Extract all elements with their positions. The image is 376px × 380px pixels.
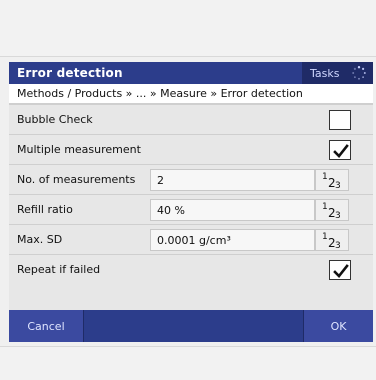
bubble-check-checkbox[interactable] [329, 110, 351, 130]
setting-row-multiple-measurement: Multiple measurement [9, 134, 373, 164]
field-value: 40 % [157, 203, 185, 217]
numeric-keypad-icon[interactable]: 1 2 3 [315, 229, 349, 251]
setting-label: Max. SD [17, 233, 63, 246]
numpad-glyph: 1 [322, 172, 328, 182]
field-value: 0.0001 g/cm³ [157, 233, 231, 247]
multiple-measurement-checkbox[interactable] [329, 140, 351, 160]
numpad-glyph: 3 [335, 211, 341, 221]
no-of-measurements-field[interactable]: 2 [150, 169, 315, 191]
repeat-if-failed-checkbox[interactable] [329, 260, 351, 280]
busy-spinner-icon [351, 65, 367, 81]
setting-label: No. of measurements [17, 173, 136, 186]
numpad-glyph: 1 [322, 232, 328, 242]
numpad-glyph: 1 [322, 202, 328, 212]
top-empty-area [0, 0, 376, 57]
breadcrumb-text: Methods / Products » ... » Measure » Err… [17, 87, 303, 100]
setting-row-bubble-check: Bubble Check [9, 104, 373, 134]
setting-row-refill-ratio: Refill ratio 40 % 1 2 3 [9, 194, 373, 224]
cancel-label: Cancel [27, 319, 65, 333]
bottom-empty-area [0, 346, 376, 380]
ok-label: OK [330, 319, 347, 333]
numpad-glyph: 3 [335, 241, 341, 251]
refill-ratio-field[interactable]: 40 % [150, 199, 315, 221]
error-detection-dialog: Error detection Tasks Methods / Products… [9, 62, 373, 342]
ok-button[interactable]: OK [303, 310, 373, 342]
setting-row-no-of-measurements: No. of measurements 2 1 2 3 [9, 164, 373, 194]
dialog-header: Error detection Tasks [9, 62, 373, 84]
dialog-title: Error detection [17, 66, 123, 80]
setting-label: Bubble Check [17, 113, 93, 126]
breadcrumb: Methods / Products » ... » Measure » Err… [9, 84, 373, 104]
checkmark-icon [333, 264, 349, 278]
numpad-glyph: 3 [335, 181, 341, 191]
cancel-button[interactable]: Cancel [9, 310, 84, 342]
setting-label: Repeat if failed [17, 263, 101, 276]
setting-label: Refill ratio [17, 203, 73, 216]
max-sd-field[interactable]: 0.0001 g/cm³ [150, 229, 315, 251]
checkmark-icon [333, 144, 349, 158]
tasks-button[interactable]: Tasks [302, 62, 373, 84]
numeric-keypad-icon[interactable]: 1 2 3 [315, 169, 349, 191]
setting-label: Multiple measurement [17, 143, 141, 156]
setting-row-max-sd: Max. SD 0.0001 g/cm³ 1 2 3 [9, 224, 373, 254]
dialog-footer: Cancel OK [9, 310, 373, 342]
tasks-label: Tasks [310, 66, 340, 80]
numeric-keypad-icon[interactable]: 1 2 3 [315, 199, 349, 221]
setting-row-repeat-if-failed: Repeat if failed [9, 254, 373, 310]
field-value: 2 [157, 173, 164, 187]
